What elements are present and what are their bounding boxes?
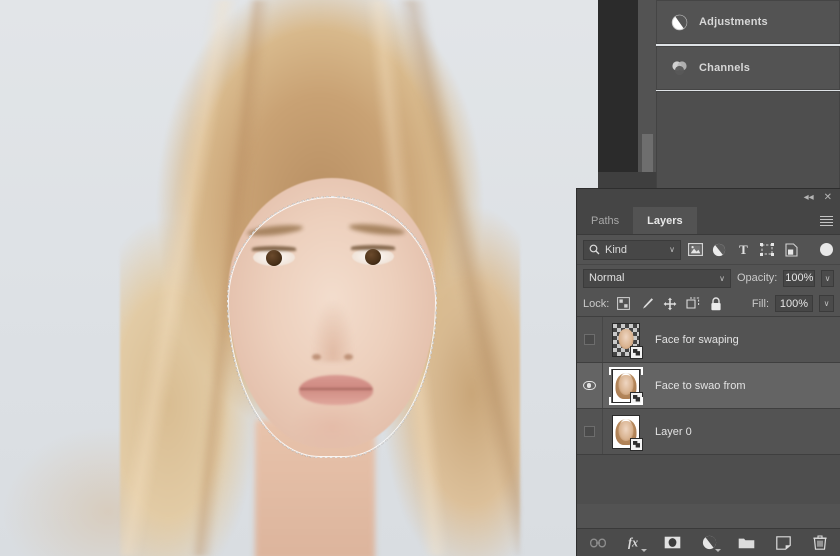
filter-enable-toggle[interactable] bbox=[820, 243, 833, 256]
chevron-down-icon: ∨ bbox=[823, 299, 830, 308]
portrait-iris-left bbox=[266, 250, 282, 266]
layers-empty-area bbox=[577, 455, 840, 504]
layer-visibility-toggle[interactable] bbox=[577, 317, 603, 362]
table-row[interactable]: Face to swao from bbox=[577, 363, 840, 409]
collapse-panel-button[interactable]: ◂◂ bbox=[804, 193, 814, 203]
channels-icon bbox=[671, 60, 688, 77]
layer-thumbnail-image bbox=[612, 368, 640, 403]
blend-mode-row: Normal ∨ Opacity: 100% ∨ bbox=[577, 265, 840, 291]
smart-object-badge bbox=[630, 391, 643, 405]
layers-panel: ◂◂ ✕ Paths Layers Kind ∨ T Normal ∨ Opac… bbox=[576, 188, 840, 556]
lock-image-pixels-icon[interactable] bbox=[638, 295, 655, 312]
link-layers-button[interactable] bbox=[590, 534, 607, 551]
lock-label: Lock: bbox=[583, 297, 610, 310]
eye-hidden-icon bbox=[584, 426, 595, 437]
new-group-button[interactable] bbox=[738, 534, 755, 551]
delete-layer-button[interactable] bbox=[812, 534, 829, 551]
filter-kind-select[interactable]: Kind ∨ bbox=[583, 239, 681, 260]
dock-scrollbar-thumb[interactable] bbox=[642, 134, 653, 172]
panel-titlebar: ◂◂ ✕ bbox=[577, 189, 840, 207]
layer-style-fx-button[interactable]: fx bbox=[627, 534, 647, 552]
layer-name-label: Layer 0 bbox=[655, 425, 692, 438]
chevron-down-icon bbox=[714, 549, 721, 552]
lock-artboard-nesting-icon[interactable] bbox=[684, 295, 701, 312]
panel-menu-icon[interactable] bbox=[820, 216, 833, 226]
new-adjustment-layer-button[interactable] bbox=[701, 534, 721, 552]
opacity-value: 100% bbox=[785, 272, 814, 284]
portrait-iris-right bbox=[365, 249, 381, 265]
layer-visibility-toggle[interactable] bbox=[577, 409, 603, 454]
blend-mode-select[interactable]: Normal ∨ bbox=[583, 268, 731, 288]
top-panel-dock: Adjustments Channels bbox=[598, 0, 840, 190]
portrait-lip-line bbox=[300, 388, 372, 390]
chevron-down-icon: ∨ bbox=[824, 273, 831, 283]
layer-thumbnail[interactable] bbox=[609, 321, 643, 359]
filter-kind-label: Kind bbox=[605, 243, 628, 256]
layer-filter-row: Kind ∨ T bbox=[577, 235, 840, 265]
layers-panel-toolbar: fx bbox=[577, 528, 840, 556]
add-layer-mask-button[interactable] bbox=[664, 534, 681, 551]
fill-stepper[interactable]: ∨ bbox=[819, 295, 834, 312]
lock-all-icon[interactable] bbox=[707, 295, 724, 312]
blend-mode-value: Normal bbox=[589, 272, 625, 284]
panel-channels[interactable]: Channels bbox=[656, 46, 840, 90]
chevron-down-icon: ∨ bbox=[719, 273, 725, 283]
panel-tabs: Paths Layers bbox=[577, 207, 840, 235]
filter-shape-icon[interactable] bbox=[757, 240, 777, 260]
fill-label: Fill: bbox=[751, 297, 769, 310]
layer-name-label: Face to swao from bbox=[655, 379, 746, 392]
fill-value: 100% bbox=[779, 297, 809, 310]
panel-adjustments[interactable]: Adjustments bbox=[656, 0, 840, 44]
chevron-down-icon: ∨ bbox=[669, 245, 675, 254]
tab-layers[interactable]: Layers bbox=[633, 207, 697, 234]
portrait-lash-right bbox=[351, 245, 395, 250]
dock-dark-strip bbox=[598, 0, 638, 172]
svg-text:T: T bbox=[739, 243, 748, 256]
portrait-nose bbox=[312, 300, 354, 362]
filter-pixel-icon[interactable] bbox=[685, 240, 705, 260]
close-panel-button[interactable]: ✕ bbox=[824, 193, 832, 203]
portrait-nostril-left bbox=[312, 354, 321, 360]
layers-list: Face for swaping Face to swao from Layer… bbox=[577, 317, 840, 504]
lock-row: Lock: Fill: 100% ∨ bbox=[577, 291, 840, 317]
lock-position-icon[interactable] bbox=[661, 295, 678, 312]
panel-adjustments-label: Adjustments bbox=[699, 16, 768, 28]
eye-hidden-icon bbox=[584, 334, 595, 345]
lock-transparent-pixels-icon[interactable] bbox=[615, 295, 632, 312]
smart-object-badge bbox=[630, 437, 643, 451]
adjustments-icon bbox=[671, 14, 688, 31]
opacity-label: Opacity: bbox=[737, 272, 778, 284]
filter-adjustment-icon[interactable] bbox=[709, 240, 729, 260]
layer-thumbnail[interactable] bbox=[609, 413, 643, 451]
filter-smart-object-icon[interactable] bbox=[781, 240, 801, 260]
eye-icon bbox=[583, 381, 596, 390]
tab-layers-label: Layers bbox=[647, 214, 683, 227]
layer-visibility-toggle[interactable] bbox=[577, 363, 603, 408]
opacity-stepper[interactable]: ∨ bbox=[821, 269, 834, 287]
tab-paths-label: Paths bbox=[591, 214, 620, 227]
smart-object-badge bbox=[630, 345, 643, 359]
opacity-input[interactable]: 100% bbox=[783, 269, 816, 287]
portrait-nostril-right bbox=[344, 354, 353, 360]
panel-body-empty bbox=[656, 91, 840, 190]
table-row[interactable]: Face for swaping bbox=[577, 317, 840, 363]
table-row[interactable]: Layer 0 bbox=[577, 409, 840, 455]
search-icon bbox=[589, 244, 600, 255]
tab-paths[interactable]: Paths bbox=[577, 207, 634, 234]
panel-channels-label: Channels bbox=[699, 62, 751, 74]
layer-thumbnail[interactable] bbox=[609, 366, 643, 405]
fill-input[interactable]: 100% bbox=[775, 295, 813, 312]
svg-text:fx: fx bbox=[627, 536, 637, 550]
new-layer-button[interactable] bbox=[775, 534, 792, 551]
portrait-lash-left bbox=[252, 246, 296, 251]
layer-name-label: Face for swaping bbox=[655, 333, 739, 346]
portrait-lips bbox=[299, 375, 373, 405]
image-canvas[interactable] bbox=[0, 0, 600, 556]
chevron-down-icon bbox=[640, 549, 647, 552]
filter-type-icon[interactable]: T bbox=[733, 240, 753, 260]
